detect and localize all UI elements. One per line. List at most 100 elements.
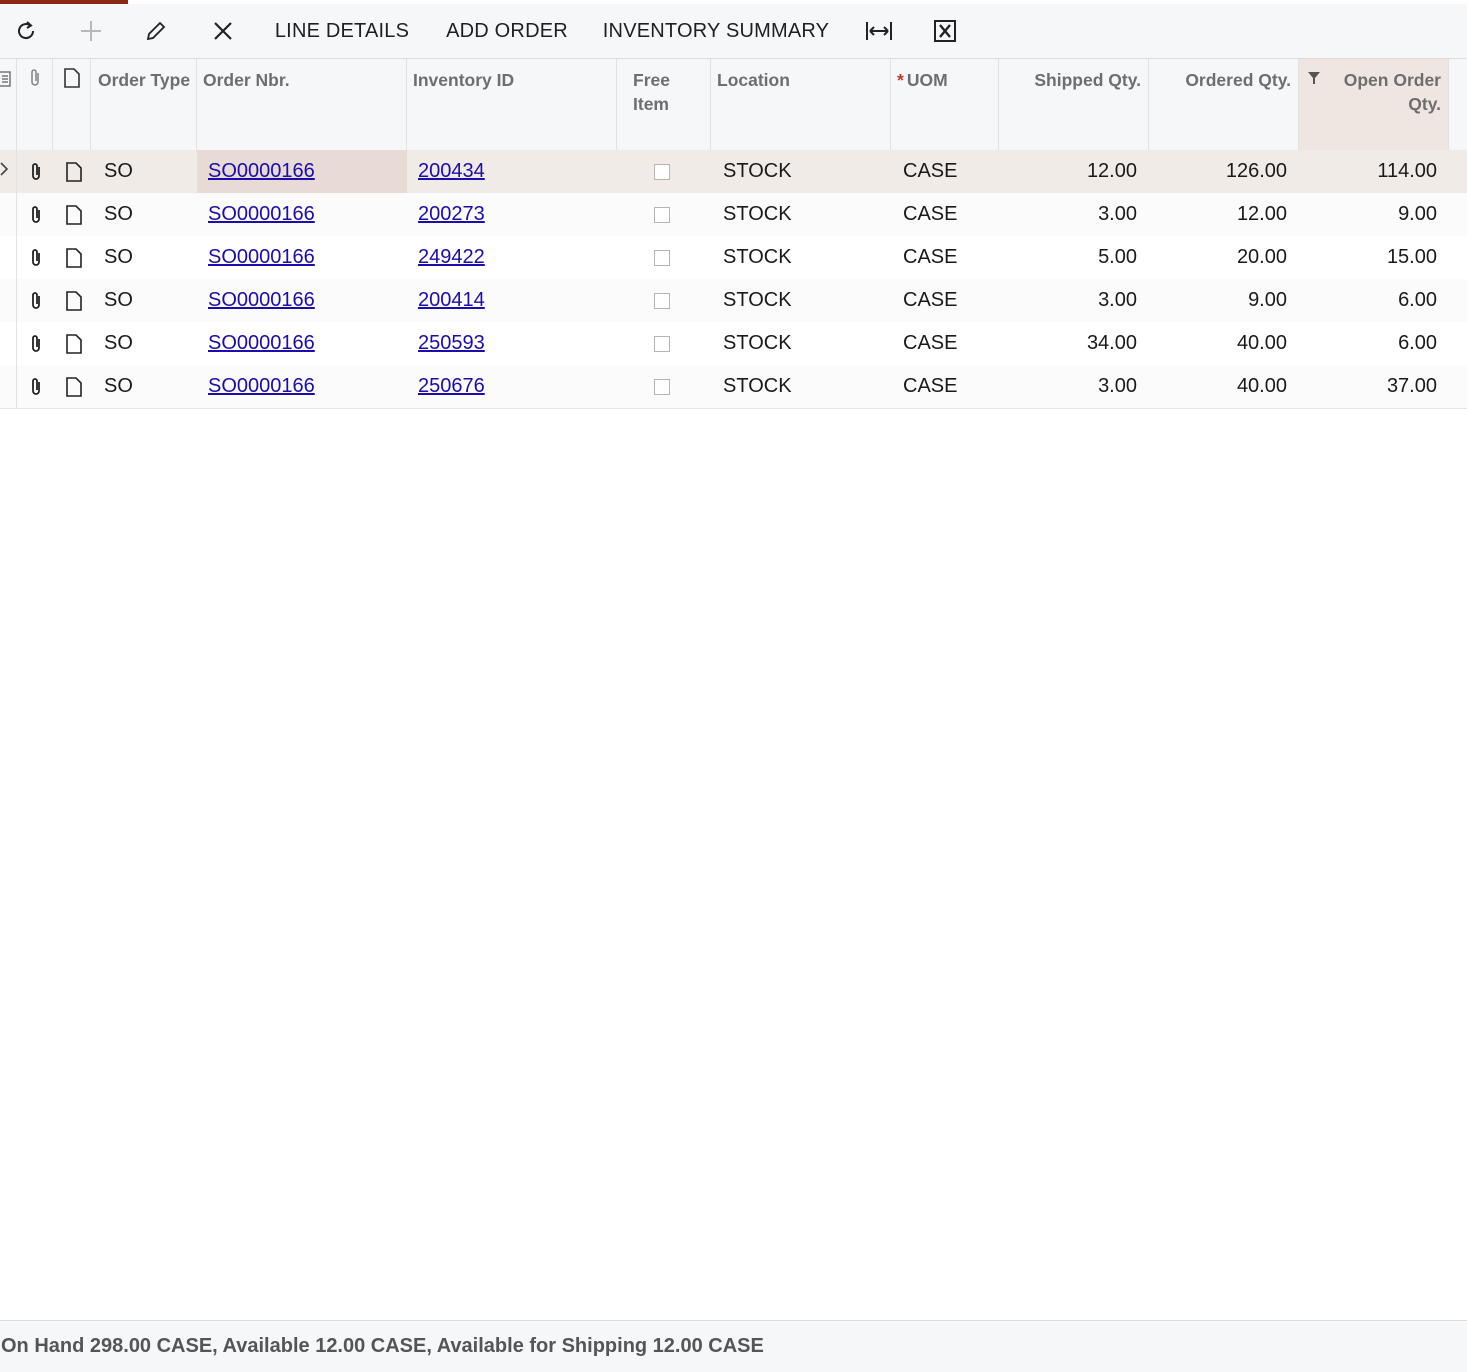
- inventory-id-cell[interactable]: 200273: [418, 193, 608, 236]
- free-item-cell[interactable]: [654, 236, 674, 279]
- table-row[interactable]: SO SO0000166 250593 STOCK CASE 34.00 40.00 6.00: [0, 322, 1467, 366]
- order-nbr-cell[interactable]: SO0000166: [197, 236, 407, 279]
- ordered-qty-header[interactable]: Ordered Qty.: [1149, 59, 1299, 150]
- delete-row-button[interactable]: [205, 4, 241, 58]
- attachment-button[interactable]: [29, 322, 45, 365]
- uom-header[interactable]: * UOM: [891, 59, 999, 150]
- free-item-cell[interactable]: [654, 322, 674, 365]
- row-selector[interactable]: [0, 322, 17, 365]
- order-nbr-link[interactable]: SO0000166: [208, 289, 315, 312]
- free-item-cell[interactable]: [654, 193, 674, 236]
- location-cell[interactable]: STOCK: [723, 322, 883, 365]
- attachment-button[interactable]: [29, 365, 45, 408]
- add-order-button[interactable]: ADD ORDER: [446, 4, 568, 58]
- note-button[interactable]: [66, 193, 84, 236]
- ordered-qty-cell[interactable]: 126.00: [1149, 150, 1287, 193]
- order-nbr-link[interactable]: SO0000166: [208, 160, 315, 183]
- order-type-cell[interactable]: SO: [104, 236, 194, 279]
- fit-to-screen-button[interactable]: [861, 4, 897, 58]
- attachment-button[interactable]: [29, 193, 45, 236]
- free-item-cell[interactable]: [654, 279, 674, 322]
- order-nbr-cell[interactable]: SO0000166: [197, 322, 407, 365]
- row-selector[interactable]: [0, 193, 17, 236]
- table-row[interactable]: SO SO0000166 200273 STOCK CASE 3.00 12.00 9.00: [0, 193, 1467, 237]
- shipped-qty-cell[interactable]: 5.00: [999, 236, 1137, 279]
- table-row[interactable]: SO SO0000166 249422 STOCK CASE 5.00 20.00 15.00: [0, 236, 1467, 280]
- inventory-id-link[interactable]: 250593: [418, 332, 485, 355]
- inventory-id-cell[interactable]: 200434: [418, 150, 608, 193]
- ordered-qty-cell[interactable]: 40.00: [1149, 365, 1287, 408]
- order-nbr-header[interactable]: Order Nbr.: [197, 59, 407, 150]
- inventory-id-cell[interactable]: 200414: [418, 279, 608, 322]
- location-header[interactable]: Location: [711, 59, 891, 150]
- table-row[interactable]: SO SO0000166 200434 STOCK CASE 12.00 126.00 114…: [0, 150, 1467, 194]
- ordered-qty-cell[interactable]: 20.00: [1149, 236, 1287, 279]
- inventory-id-link[interactable]: 200273: [418, 203, 485, 226]
- ordered-qty-cell[interactable]: 40.00: [1149, 322, 1287, 365]
- shipped-qty-cell[interactable]: 3.00: [999, 193, 1137, 236]
- order-nbr-link[interactable]: SO0000166: [208, 375, 315, 398]
- ordered-qty-cell[interactable]: 12.00: [1149, 193, 1287, 236]
- order-nbr-link[interactable]: SO0000166: [208, 246, 315, 269]
- uom-cell[interactable]: CASE: [903, 322, 993, 365]
- free-item-checkbox[interactable]: [654, 378, 670, 395]
- order-type-header[interactable]: Order Type: [91, 59, 197, 150]
- location-cell[interactable]: STOCK: [723, 150, 883, 193]
- free-item-checkbox[interactable]: [654, 335, 670, 352]
- order-type-cell[interactable]: SO: [104, 193, 194, 236]
- free-item-checkbox[interactable]: [654, 292, 670, 309]
- inventory-id-link[interactable]: 200434: [418, 160, 485, 183]
- row-selector[interactable]: [0, 236, 17, 279]
- note-button[interactable]: [66, 236, 84, 279]
- location-cell[interactable]: STOCK: [723, 193, 883, 236]
- filter-icon[interactable]: [1308, 71, 1320, 85]
- inventory-id-cell[interactable]: 250676: [418, 365, 608, 408]
- shipped-qty-cell[interactable]: 12.00: [999, 150, 1137, 193]
- note-button[interactable]: [66, 150, 84, 193]
- table-row[interactable]: SO SO0000166 250676 STOCK CASE 3.00 40.00 37.00: [0, 365, 1467, 409]
- attachment-button[interactable]: [29, 236, 45, 279]
- order-nbr-cell[interactable]: SO0000166: [197, 193, 407, 236]
- inventory-id-cell[interactable]: 250593: [418, 322, 608, 365]
- row-selector[interactable]: [0, 365, 17, 408]
- inventory-summary-button[interactable]: INVENTORY SUMMARY: [603, 4, 829, 58]
- line-details-button[interactable]: LINE DETAILS: [275, 4, 409, 58]
- inventory-id-link[interactable]: 250676: [418, 375, 485, 398]
- uom-cell[interactable]: CASE: [903, 150, 993, 193]
- uom-cell[interactable]: CASE: [903, 236, 993, 279]
- order-type-cell[interactable]: SO: [104, 365, 194, 408]
- uom-cell[interactable]: CASE: [903, 279, 993, 322]
- order-nbr-link[interactable]: SO0000166: [208, 203, 315, 226]
- free-item-cell[interactable]: [654, 365, 674, 408]
- free-item-cell[interactable]: [654, 150, 674, 193]
- shipped-qty-cell[interactable]: 3.00: [999, 279, 1137, 322]
- attachment-button[interactable]: [29, 150, 45, 193]
- free-item-header[interactable]: Free Item: [617, 59, 711, 150]
- uom-cell[interactable]: CASE: [903, 193, 993, 236]
- ordered-qty-cell[interactable]: 9.00: [1149, 279, 1287, 322]
- edit-button[interactable]: [138, 4, 174, 58]
- order-type-cell[interactable]: SO: [104, 322, 194, 365]
- location-cell[interactable]: STOCK: [723, 279, 883, 322]
- location-cell[interactable]: STOCK: [723, 236, 883, 279]
- free-item-checkbox[interactable]: [654, 249, 670, 266]
- attachment-button[interactable]: [29, 279, 45, 322]
- note-button[interactable]: [66, 322, 84, 365]
- refresh-button[interactable]: [8, 4, 44, 58]
- order-type-cell[interactable]: SO: [104, 150, 194, 193]
- row-settings-column[interactable]: [0, 59, 17, 150]
- inventory-id-header[interactable]: Inventory ID: [407, 59, 617, 150]
- order-nbr-cell[interactable]: SO0000166: [197, 150, 407, 193]
- row-selector[interactable]: [0, 279, 17, 322]
- shipped-qty-cell[interactable]: 3.00: [999, 365, 1137, 408]
- free-item-checkbox[interactable]: [654, 163, 670, 180]
- order-nbr-cell[interactable]: SO0000166: [197, 279, 407, 322]
- table-row[interactable]: SO SO0000166 200414 STOCK CASE 3.00 9.00 6.00: [0, 279, 1467, 323]
- uom-cell[interactable]: CASE: [903, 365, 993, 408]
- order-nbr-cell[interactable]: SO0000166: [197, 365, 407, 408]
- order-nbr-link[interactable]: SO0000166: [208, 332, 315, 355]
- add-row-button[interactable]: [73, 4, 109, 58]
- inventory-id-link[interactable]: 249422: [418, 246, 485, 269]
- location-cell[interactable]: STOCK: [723, 365, 883, 408]
- shipped-qty-cell[interactable]: 34.00: [999, 322, 1137, 365]
